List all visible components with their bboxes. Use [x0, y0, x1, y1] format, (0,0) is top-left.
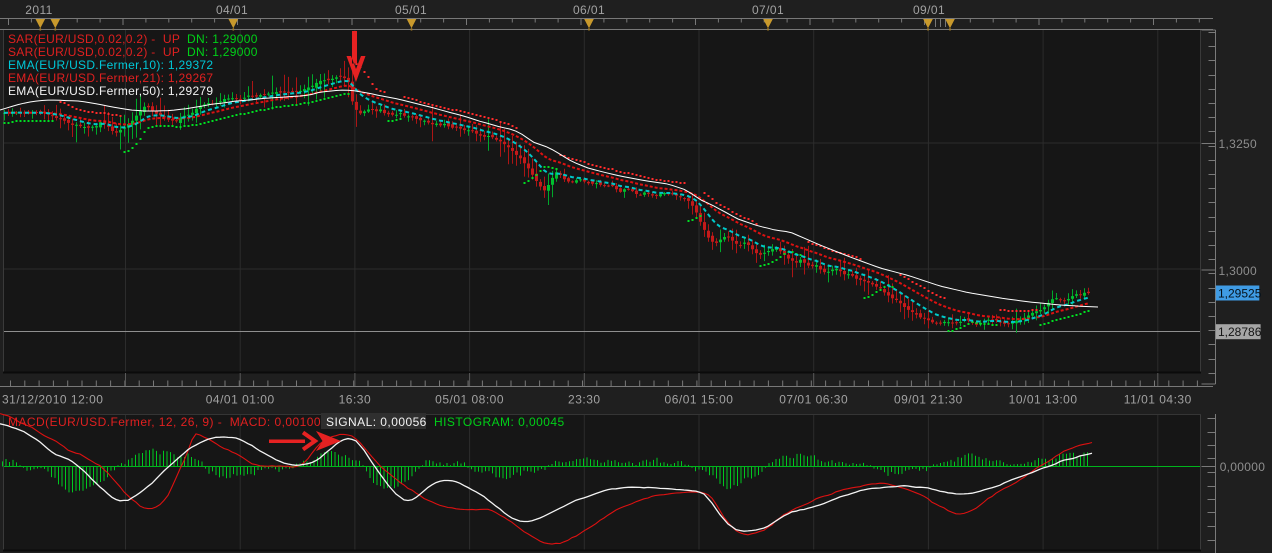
svg-text:10/01 13:00: 10/01 13:00: [1009, 393, 1078, 407]
svg-text:SAR(EUR/USD,0.02,0.2) - UP: SAR(EUR/USD,0.02,0.2) - UP: [8, 45, 180, 59]
svg-text:04/01 01:00: 04/01 01:00: [206, 393, 275, 407]
svg-text:09/01 21:30: 09/01 21:30: [894, 393, 963, 407]
svg-text:1,3250: 1,3250: [1219, 137, 1258, 151]
svg-text:SAR(EUR/USD,0.02,0.2) - UP: SAR(EUR/USD,0.02,0.2) - UP: [8, 32, 180, 46]
svg-text:06/01: 06/01: [573, 3, 605, 17]
svg-text:DN: 1,29000: DN: 1,29000: [187, 32, 258, 46]
svg-text:04/01: 04/01: [216, 3, 248, 17]
svg-text:31/12/2010 12:00: 31/12/2010 12:00: [2, 393, 103, 407]
svg-text:EMA(EUR/USD.Fermer,21): 1,2926: EMA(EUR/USD.Fermer,21): 1,29267: [8, 71, 213, 85]
svg-text:23:30: 23:30: [568, 393, 601, 407]
svg-text:05/01 08:00: 05/01 08:00: [435, 393, 504, 407]
svg-text:09/01: 09/01: [913, 3, 945, 17]
svg-text:DN: 1,29000: DN: 1,29000: [187, 45, 258, 59]
svg-text:MACD(EUR/USD.Fermer, 12, 26, 9: MACD(EUR/USD.Fermer, 12, 26, 9) - MACD: …: [8, 415, 321, 429]
svg-text:1,3000: 1,3000: [1219, 264, 1258, 278]
svg-text:07/01: 07/01: [752, 3, 784, 17]
svg-text:HISTOGRAM: 0,00045: HISTOGRAM: 0,00045: [434, 415, 565, 429]
svg-text:16:30: 16:30: [339, 393, 372, 407]
svg-text:05/01: 05/01: [395, 3, 427, 17]
svg-text:11/01 04:30: 11/01 04:30: [1124, 393, 1192, 407]
svg-text:1,29525: 1,29525: [1218, 287, 1262, 301]
svg-text:1,28786: 1,28786: [1218, 325, 1262, 339]
svg-text:SIGNAL: 0,00056: SIGNAL: 0,00056: [326, 415, 427, 429]
svg-text:2011: 2011: [25, 3, 52, 17]
svg-text:EMA(EUR/USD.Fermer,10): 1,2937: EMA(EUR/USD.Fermer,10): 1,29372: [8, 58, 213, 72]
svg-text:EMA(EUR/USD.Fermer,50): 1,2927: EMA(EUR/USD.Fermer,50): 1,29279: [8, 84, 213, 98]
svg-text:06/01 15:00: 06/01 15:00: [665, 393, 734, 407]
svg-text:0,00000: 0,00000: [1220, 460, 1266, 474]
svg-text:07/01 06:30: 07/01 06:30: [779, 393, 848, 407]
